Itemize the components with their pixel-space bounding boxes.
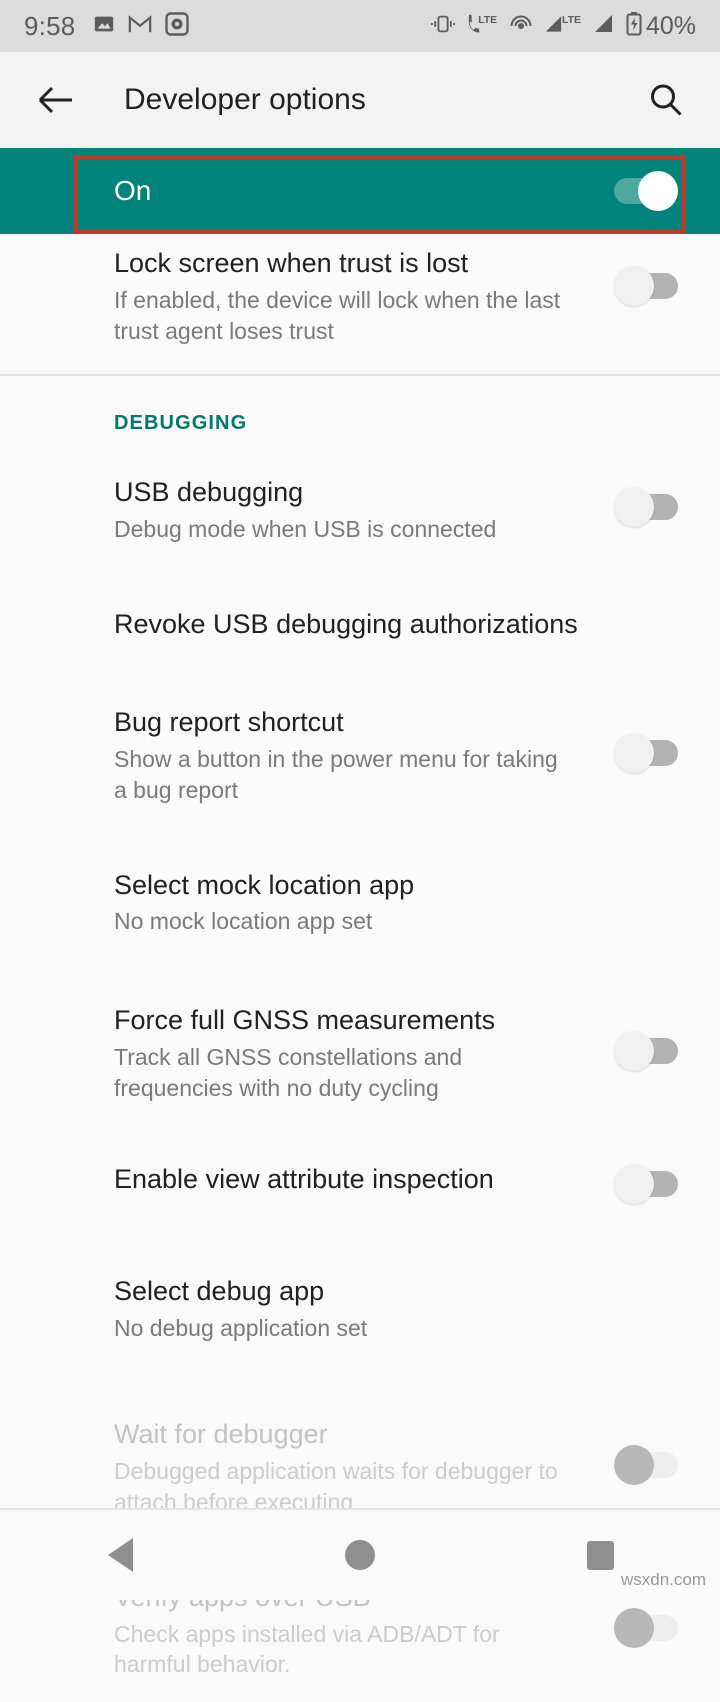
- app-bar: Developer options: [0, 52, 720, 148]
- svg-text:LTE: LTE: [562, 15, 581, 26]
- list-item-summary: Check apps installed via ADB/ADT for har…: [114, 1620, 500, 1678]
- switch-thumb: [614, 733, 654, 774]
- list-item-usb-debugging[interactable]: USB debugging Debug mode when USB is con…: [0, 435, 720, 567]
- status-left-icons: [93, 11, 190, 41]
- list-item-select-mock-location-app[interactable]: Select mock location app No mock locatio…: [0, 828, 720, 964]
- nav-home-button[interactable]: [240, 1510, 480, 1600]
- list-item-title: Bug report shortcut: [114, 707, 344, 738]
- status-bar: 9:58 LTE LTE 40%: [0, 0, 720, 52]
- list-item-title: Select mock location app: [114, 869, 415, 900]
- toggle-force-full-gnss-measurements[interactable]: [614, 1031, 678, 1072]
- signal-bars-icon: [593, 13, 615, 40]
- list-item-title: Enable view attribute inspection: [114, 1163, 494, 1194]
- list-item-text: USB debugging Debug mode when USB is con…: [114, 477, 602, 545]
- battery-percent-label: 40%: [645, 11, 696, 40]
- photos-icon: [93, 13, 115, 40]
- camera-record-icon: [165, 11, 190, 41]
- list-item-text: Enable view attribute inspection: [114, 1164, 602, 1196]
- settings-list: Lock screen when trust is lost If enable…: [0, 234, 720, 1702]
- switch-thumb: [614, 1607, 654, 1648]
- list-item-title: Lock screen when trust is lost: [114, 248, 469, 278]
- search-icon: [651, 84, 682, 116]
- switch-thumb: [614, 266, 654, 306]
- signal-lte-icon: LTE: [544, 13, 582, 40]
- list-item-control: [602, 1163, 678, 1204]
- vibrate-icon: [430, 14, 455, 39]
- master-switch-toggle[interactable]: [614, 171, 678, 211]
- list-item-control: [602, 707, 678, 774]
- master-switch-label: On: [114, 175, 152, 206]
- square-recents-icon: [586, 1540, 614, 1570]
- list-item-control: [602, 248, 678, 306]
- gmail-icon: [128, 13, 152, 40]
- status-right-icons: LTE LTE: [430, 11, 642, 41]
- list-item-force-full-gnss-measurements[interactable]: Force full GNSS measurements Track all G…: [0, 963, 720, 1125]
- list-item-summary: Track all GNSS constellations and freque…: [114, 1044, 463, 1101]
- toggle-verify-apps-over-usb[interactable]: [614, 1607, 678, 1648]
- list-item-control: [602, 477, 678, 528]
- list-item-text: Wait for debugger Debugged application w…: [114, 1419, 602, 1517]
- toggle-lock-screen-when-trust-is-lost[interactable]: [614, 266, 678, 306]
- switch-thumb: [614, 1445, 654, 1486]
- list-item-text: Lock screen when trust is lost If enable…: [114, 248, 602, 346]
- triangle-back-icon: [107, 1538, 133, 1572]
- nav-back-button[interactable]: [0, 1510, 240, 1600]
- list-item-lock-screen-when-trust-is-lost[interactable]: Lock screen when trust is lost If enable…: [0, 234, 720, 374]
- list-item-bug-report-shortcut[interactable]: Bug report shortcut Show a button in the…: [0, 681, 720, 827]
- arrow-back-icon: [38, 86, 72, 114]
- list-item-summary: Debug mode when USB is connected: [114, 516, 497, 543]
- switch-thumb: [614, 1031, 654, 1072]
- list-item-select-debug-app[interactable]: Select debug app No debug application se…: [0, 1242, 720, 1370]
- list-item-text: Select mock location app No mock locatio…: [114, 870, 602, 938]
- developer-options-master-switch-row[interactable]: On: [0, 148, 720, 234]
- status-clock: 9:58: [24, 10, 76, 41]
- toggle-usb-debugging[interactable]: [614, 487, 678, 528]
- section-header-debugging: DEBUGGING: [114, 412, 248, 435]
- list-item-title: Revoke USB debugging authorizations: [114, 609, 578, 640]
- switch-thumb: [638, 171, 678, 211]
- switch-thumb: [614, 1163, 654, 1204]
- list-item-enable-view-attribute-inspection[interactable]: Enable view attribute inspection: [0, 1126, 720, 1242]
- list-item-summary: Show a button in the power menu for taki…: [114, 745, 558, 803]
- toggle-wait-for-debugger[interactable]: [614, 1445, 678, 1486]
- list-item-title: Wait for debugger: [114, 1419, 328, 1450]
- search-button[interactable]: [640, 74, 692, 126]
- circle-home-icon: [345, 1540, 375, 1570]
- list-item-text: Revoke USB debugging authorizations: [114, 609, 602, 641]
- page-title: Developer options: [124, 83, 366, 116]
- toggle-enable-view-attribute-inspection[interactable]: [614, 1163, 678, 1204]
- list-item-title: USB debugging: [114, 477, 304, 508]
- list-item-text: Bug report shortcut Show a button in the…: [114, 707, 602, 805]
- battery-charging-icon: [626, 11, 642, 41]
- system-navigation-bar: [0, 1508, 720, 1600]
- toggle-bug-report-shortcut[interactable]: [614, 733, 678, 774]
- svg-text:LTE: LTE: [478, 15, 497, 26]
- watermark: wsxdn.com: [620, 1570, 706, 1589]
- hotspot-icon: [509, 13, 533, 40]
- list-item-text: Force full GNSS measurements Track all G…: [114, 1005, 602, 1103]
- list-item-title: Select debug app: [114, 1275, 325, 1306]
- list-item-summary: No debug application set: [114, 1314, 368, 1341]
- call-lte-icon: LTE: [466, 13, 498, 40]
- list-item-summary: If enabled, the device will lock when th…: [114, 286, 561, 344]
- back-button[interactable]: [28, 72, 84, 128]
- list-item-summary: No mock location app set: [114, 908, 373, 935]
- list-item-text: Select debug app No debug application se…: [114, 1276, 602, 1344]
- list-item-title: Force full GNSS measurements: [114, 1005, 496, 1036]
- list-item-control: [602, 1419, 678, 1486]
- switch-thumb: [614, 487, 654, 528]
- list-item-control: [602, 1005, 678, 1072]
- list-item-revoke-usb-debugging-authorizations[interactable]: Revoke USB debugging authorizations: [0, 567, 720, 681]
